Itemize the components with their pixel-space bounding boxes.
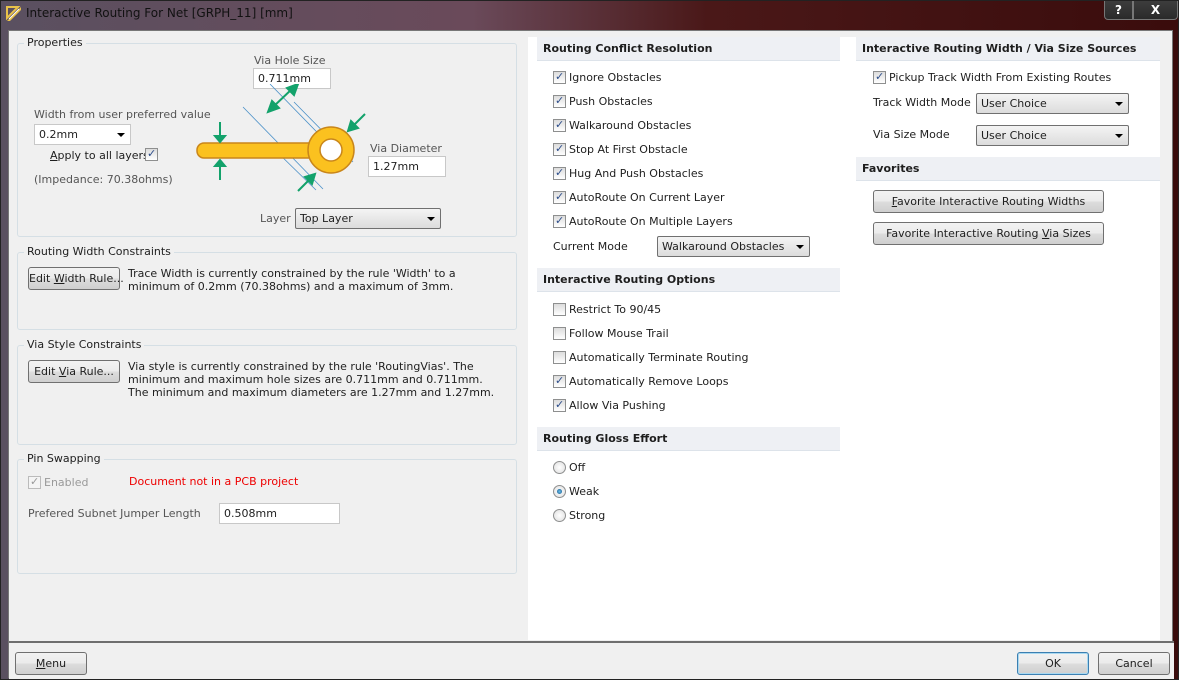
gloss-effort-header: Routing Gloss Effort xyxy=(537,427,840,451)
close-button[interactable]: X xyxy=(1133,1,1178,20)
dialog-window: Interactive Routing For Net [GRPH_11] [m… xyxy=(0,0,1179,680)
left-pane: Properties Via Hole Size 0.711mm Width f… xyxy=(9,31,527,641)
width-constraints-group: Routing Width Constraints Edit Width Rul… xyxy=(17,245,517,330)
routing-option-checkbox[interactable] xyxy=(553,303,566,316)
via-size-mode-combo[interactable]: User Choice xyxy=(976,125,1129,146)
current-mode-value: Walkaround Obstacles xyxy=(662,240,785,253)
chevron-down-icon xyxy=(427,217,435,221)
properties-title: Properties xyxy=(24,36,86,49)
gloss-effort-label: Off xyxy=(569,461,586,474)
layer-combo[interactable]: Top Layer xyxy=(295,208,441,229)
title-bar[interactable]: Interactive Routing For Net [GRPH_11] [m… xyxy=(1,1,1179,27)
pickup-track-width-label: Pickup Track Width From Existing Routes xyxy=(889,71,1112,84)
via-diameter-input[interactable]: 1.27mm xyxy=(368,156,446,177)
width-combo-value: 0.2mm xyxy=(39,128,78,141)
routing-option-label: Automatically Terminate Routing xyxy=(569,351,749,364)
gloss-effort-radio[interactable] xyxy=(553,461,566,474)
gloss-effort-label: Strong xyxy=(569,509,606,522)
current-mode-label: Current Mode xyxy=(553,240,628,253)
gloss-effort-radio[interactable] xyxy=(553,509,566,522)
width-sources-header: Interactive Routing Width / Via Size Sou… xyxy=(856,37,1160,61)
pin-swapping-group: Pin Swapping Enabled Document not in a P… xyxy=(17,452,517,574)
ok-button[interactable]: OK xyxy=(1017,652,1089,675)
routing-option-label: Automatically Remove Loops xyxy=(569,375,729,388)
conflict-option-checkbox[interactable] xyxy=(553,118,566,132)
menu-button[interactable]: Menu xyxy=(15,652,87,675)
width-combo[interactable]: 0.2mm xyxy=(34,124,131,145)
trace-shape xyxy=(196,142,318,159)
conflict-option-checkbox[interactable] xyxy=(553,190,566,204)
via-constraint-description: Via style is currently constrained by th… xyxy=(128,360,495,399)
pcb-project-warning: Document not in a PCB project xyxy=(129,475,299,488)
chevron-down-icon xyxy=(117,133,125,137)
routing-option-label: Restrict To 90/45 xyxy=(569,303,662,316)
gloss-effort-label: Weak xyxy=(569,485,600,498)
via-size-mode-label: Via Size Mode xyxy=(873,128,950,141)
layer-combo-value: Top Layer xyxy=(300,212,353,225)
conflict-option-checkbox[interactable] xyxy=(553,142,566,156)
pin-swapping-title: Pin Swapping xyxy=(24,452,104,465)
chevron-down-icon xyxy=(1115,102,1123,106)
conflict-option-checkbox[interactable] xyxy=(553,94,566,108)
track-width-mode-label: Track Width Mode xyxy=(873,96,971,109)
pickup-track-width-checkbox[interactable] xyxy=(873,70,886,84)
cancel-button[interactable]: Cancel xyxy=(1098,652,1170,675)
edit-via-rule-button[interactable]: Edit Via Rule... xyxy=(28,360,120,383)
conflict-option-checkbox[interactable] xyxy=(553,166,566,180)
width-constraint-description: Trace Width is currently constrained by … xyxy=(128,267,456,293)
track-width-mode-combo[interactable]: User Choice xyxy=(976,93,1129,114)
favorites-header: Favorites xyxy=(856,157,1160,181)
routing-option-label: Allow Via Pushing xyxy=(569,399,666,412)
help-button[interactable]: ? xyxy=(1104,1,1133,20)
via-constraints-group: Via Style Constraints Edit Via Rule... V… xyxy=(17,338,517,445)
conflict-option-label: Walkaround Obstacles xyxy=(569,119,692,132)
apply-all-layers-checkbox[interactable] xyxy=(145,147,158,161)
conflict-option-label: Stop At First Obstacle xyxy=(569,143,688,156)
via-hole-shape xyxy=(319,138,343,162)
enabled-label: Enabled xyxy=(44,476,89,489)
layer-label: Layer xyxy=(260,212,291,225)
routing-options-header: Interactive Routing Options xyxy=(537,268,840,292)
right-pane: Routing Conflict Resolution Current Mode… xyxy=(528,37,1160,640)
routing-option-checkbox[interactable] xyxy=(553,398,566,412)
favorite-widths-button[interactable]: Favorite Interactive Routing Widths xyxy=(873,190,1104,213)
window-title: Interactive Routing For Net [GRPH_11] [m… xyxy=(26,6,293,20)
dialog-body: Properties Via Hole Size 0.711mm Width f… xyxy=(8,30,1174,679)
routing-option-label: Follow Mouse Trail xyxy=(569,327,669,340)
dialog-footer: Menu OK Cancel xyxy=(9,641,1174,679)
via-hole-size-label: Via Hole Size xyxy=(254,54,326,67)
conflict-option-checkbox[interactable] xyxy=(553,214,566,228)
app-icon xyxy=(6,6,21,21)
conflict-option-label: Hug And Push Obstacles xyxy=(569,167,704,180)
via-diagram xyxy=(196,84,366,192)
edit-width-rule-button[interactable]: Edit Width Rule... xyxy=(28,267,124,290)
apply-all-layers-label: Apply to all layers xyxy=(50,149,149,162)
conflict-option-label: AutoRoute On Current Layer xyxy=(569,191,725,204)
conflict-option-label: Push Obstacles xyxy=(569,95,653,108)
conflict-option-checkbox[interactable] xyxy=(553,70,566,84)
routing-option-checkbox[interactable] xyxy=(553,374,566,388)
conflict-option-label: Ignore Obstacles xyxy=(569,71,662,84)
chevron-down-icon xyxy=(796,245,804,249)
gloss-effort-radio[interactable] xyxy=(553,485,566,498)
jumper-length-label: Prefered Subnet Jumper Length xyxy=(28,507,201,520)
via-constraints-title: Via Style Constraints xyxy=(24,338,145,351)
routing-option-checkbox[interactable] xyxy=(553,351,566,364)
via-diameter-label: Via Diameter xyxy=(370,142,442,155)
conflict-option-label: AutoRoute On Multiple Layers xyxy=(569,215,733,228)
jumper-length-input[interactable]: 0.508mm xyxy=(219,503,340,524)
current-mode-combo[interactable]: Walkaround Obstacles xyxy=(657,236,810,257)
via-size-mode-value: User Choice xyxy=(981,129,1047,142)
routing-option-checkbox[interactable] xyxy=(553,327,566,340)
favorite-via-sizes-button[interactable]: Favorite Interactive Routing Via Sizes xyxy=(873,222,1104,245)
enabled-checkbox[interactable] xyxy=(28,475,41,489)
impedance-text: (Impedance: 70.38ohms) xyxy=(34,173,173,186)
chevron-down-icon xyxy=(1115,134,1123,138)
width-label: Width from user preferred value xyxy=(34,108,211,121)
track-width-mode-value: User Choice xyxy=(981,97,1047,110)
conflict-resolution-header: Routing Conflict Resolution xyxy=(537,37,840,61)
properties-group: Properties Via Hole Size 0.711mm Width f… xyxy=(17,36,517,237)
width-constraints-title: Routing Width Constraints xyxy=(24,245,174,258)
